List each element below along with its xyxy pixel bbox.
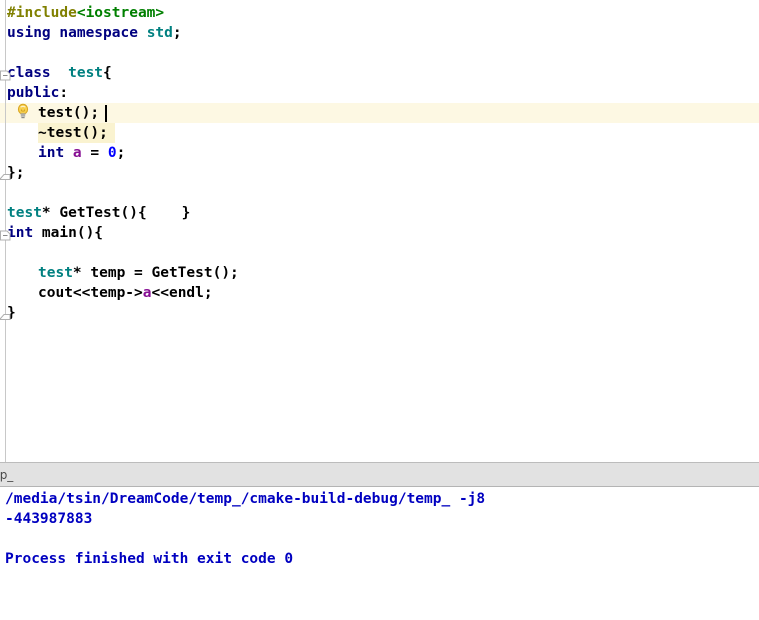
code-token: { — [103, 65, 112, 81]
code-token: 0 — [107, 145, 117, 161]
console-output-line: Process finished with exit code 0 — [5, 551, 294, 567]
code-line[interactable]: test(); — [0, 103, 759, 123]
code-token: <<endl; — [151, 285, 213, 301]
run-console-output[interactable]: /media/tsin/DreamCode/temp_/cmake-build-… — [0, 487, 759, 620]
console-output-line: /media/tsin/DreamCode/temp_/cmake-build-… — [5, 491, 486, 507]
code-token: ; — [172, 25, 182, 41]
code-line[interactable]: int main(){ — [0, 223, 759, 243]
code-line[interactable]: using namespace std; — [0, 23, 759, 43]
code-line-text: int a = 0; — [38, 143, 125, 163]
code-line-text: ~test(); — [38, 123, 108, 143]
code-line[interactable] — [0, 243, 759, 263]
fold-marker-class-start[interactable] — [0, 66, 11, 81]
code-line[interactable] — [0, 183, 759, 203]
run-tool-window-toolbar[interactable]: mp_ — [0, 463, 759, 487]
code-line[interactable]: ~test(); — [0, 123, 759, 143]
code-token: * temp = GetTest(); — [72, 265, 239, 281]
code-line-text: public: — [7, 83, 68, 103]
code-token: cout<<temp-> — [38, 285, 143, 301]
code-line-text: test* temp = GetTest(); — [38, 263, 239, 283]
code-token: : — [59, 85, 69, 101]
code-line-text: cout<<temp->a<<endl; — [38, 283, 213, 303]
code-line[interactable] — [0, 43, 759, 63]
code-line[interactable]: cout<<temp->a<<endl; — [0, 283, 759, 303]
code-line-text: test* GetTest(){ } — [7, 203, 190, 223]
code-line-text: class test{ — [7, 63, 112, 83]
fold-marker-main-start[interactable] — [0, 226, 11, 241]
code-token: test — [7, 205, 42, 221]
code-token: ~test(); — [38, 125, 108, 141]
code-token: using namespace — [7, 25, 147, 41]
ide-window: #include<iostream> using namespace std; cl… — [0, 0, 759, 620]
code-line[interactable]: int a = 0; — [0, 143, 759, 163]
code-token: #include — [7, 5, 77, 21]
code-text-area[interactable]: #include<iostream> using namespace std; cl… — [0, 0, 759, 462]
fold-marker-main-end[interactable] — [0, 306, 11, 320]
code-line[interactable]: #include<iostream> — [0, 3, 759, 23]
code-token: main(){ — [41, 225, 104, 241]
text-caret — [105, 105, 108, 122]
code-token: test(); — [38, 105, 100, 121]
code-line[interactable]: test* temp = GetTest(); — [0, 263, 759, 283]
code-token: test — [59, 65, 104, 81]
code-token: int — [38, 145, 73, 161]
code-line-text: test(); — [38, 103, 99, 123]
code-line-text: #include<iostream> — [7, 3, 164, 23]
code-line[interactable]: public: — [0, 83, 759, 103]
code-token: = — [90, 145, 108, 161]
fold-marker-class-end[interactable] — [0, 166, 11, 180]
code-line[interactable]: }; — [0, 163, 759, 183]
code-token: int — [7, 225, 42, 241]
code-token: class — [7, 65, 60, 81]
code-token: a — [142, 285, 152, 301]
code-token: * GetTest(){ } — [41, 205, 191, 221]
code-token: ; — [116, 145, 126, 161]
code-line[interactable]: } — [0, 303, 759, 323]
code-token: test — [38, 265, 73, 281]
code-line-text: using namespace std; — [7, 23, 182, 43]
console-output-line: -443987883 — [5, 511, 93, 527]
code-editor-pane[interactable]: #include<iostream> using namespace std; cl… — [0, 0, 759, 462]
code-line-text: int main(){ — [7, 223, 103, 243]
code-line[interactable]: class test{ — [0, 63, 759, 83]
code-token: public — [7, 85, 60, 101]
lightbulb-icon[interactable] — [15, 103, 31, 119]
code-token: a — [72, 145, 91, 161]
code-token: std — [146, 25, 173, 41]
code-token: <iostream> — [76, 5, 165, 21]
run-configuration-tab[interactable]: mp_ — [0, 463, 19, 486]
code-line[interactable]: test* GetTest(){ } — [0, 203, 759, 223]
